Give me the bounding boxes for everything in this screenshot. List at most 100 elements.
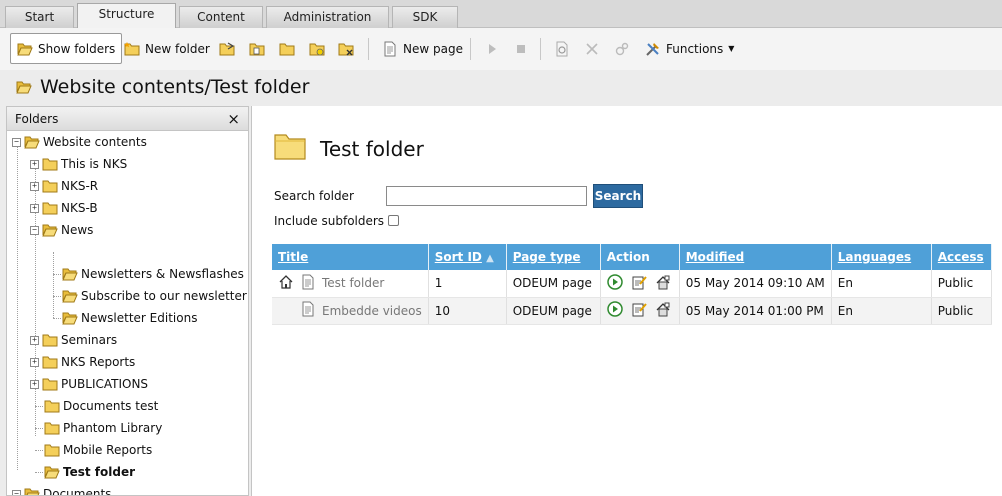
table-row[interactable]: Embedde videos 10 ODEUM page 05 May 2014… bbox=[272, 297, 993, 325]
table-row[interactable]: Test folder 1 ODEUM page 05 May 2014 09:… bbox=[272, 270, 993, 298]
new-folder-button[interactable]: New folder bbox=[124, 33, 210, 64]
tree-line bbox=[35, 406, 43, 407]
tab-content[interactable]: Content bbox=[179, 6, 263, 28]
tree-node-label: Seminars bbox=[61, 333, 118, 347]
tree-node-seminars[interactable]: + Seminars bbox=[30, 331, 117, 349]
permissions-icon[interactable] bbox=[655, 301, 671, 320]
tree-node-nks-reports[interactable]: + NKS Reports bbox=[30, 353, 135, 371]
tree-node-publications[interactable]: + PUBLICATIONS bbox=[30, 375, 148, 393]
collapse-toggle-icon[interactable]: − bbox=[12, 137, 21, 147]
sort-ascending-icon: ▲ bbox=[486, 253, 494, 264]
expand-toggle-icon[interactable]: + bbox=[30, 159, 39, 169]
column-header-label: Modified bbox=[685, 250, 745, 264]
stop-icon bbox=[513, 41, 529, 57]
stop-button[interactable] bbox=[513, 33, 529, 64]
tree-node-nks-b[interactable]: + NKS-B bbox=[30, 199, 98, 217]
column-header-label: Title bbox=[278, 250, 309, 264]
tab-sdk[interactable]: SDK bbox=[392, 6, 458, 28]
include-subfolders-checkbox[interactable] bbox=[388, 215, 399, 226]
play-button[interactable] bbox=[484, 33, 500, 64]
play-icon[interactable] bbox=[606, 301, 623, 320]
expand-toggle-icon[interactable]: + bbox=[30, 203, 39, 213]
link-icon bbox=[614, 41, 630, 57]
tree-node-mobile-reports[interactable]: Mobile Reports bbox=[44, 441, 152, 459]
link-button[interactable] bbox=[614, 33, 630, 64]
folder-open-icon bbox=[24, 134, 40, 150]
collapse-toggle-icon[interactable]: − bbox=[12, 489, 21, 495]
page-title-link[interactable]: Test folder bbox=[322, 276, 384, 290]
expand-toggle-icon[interactable]: + bbox=[30, 335, 39, 345]
folders-panel-header: Folders × bbox=[7, 107, 248, 131]
tree-line bbox=[17, 142, 18, 470]
tree-node-label: NKS Reports bbox=[61, 355, 136, 369]
tree-node-phantom-library[interactable]: Phantom Library bbox=[44, 419, 162, 437]
folder-open-icon bbox=[24, 486, 40, 496]
show-folders-button[interactable]: Show folders bbox=[10, 33, 123, 64]
cell-title: Embedde videos bbox=[272, 297, 429, 325]
tab-structure[interactable]: Structure bbox=[77, 3, 176, 29]
edit-icon[interactable] bbox=[631, 301, 647, 320]
tree-node-subscribe[interactable]: Subscribe to our newsletter bbox=[62, 287, 247, 305]
folder-properties-button[interactable] bbox=[219, 33, 235, 64]
search-input[interactable] bbox=[386, 186, 587, 206]
expand-toggle-icon[interactable]: + bbox=[30, 379, 39, 389]
tree-node-newsletter-editions[interactable]: Newsletter Editions bbox=[62, 309, 197, 327]
new-page-button[interactable]: New page bbox=[382, 33, 463, 64]
cell-title: Test folder bbox=[272, 270, 429, 298]
folder-icon bbox=[44, 420, 60, 436]
preview-button[interactable] bbox=[554, 33, 570, 64]
cell-modified: 05 May 2014 09:10 AM bbox=[679, 270, 832, 298]
folder-open-icon bbox=[62, 310, 78, 326]
tree-node-label: This is NKS bbox=[61, 157, 128, 171]
move-folder-button[interactable] bbox=[279, 33, 295, 64]
folder-permissions-button[interactable] bbox=[309, 33, 325, 64]
expand-toggle-icon[interactable]: + bbox=[30, 181, 39, 191]
tree-node-newsletters-newsflashes[interactable]: Newsletters & Newsflashes bbox=[62, 265, 244, 283]
tree-line bbox=[35, 450, 43, 451]
search-button[interactable]: Search bbox=[593, 184, 643, 208]
cell-access: Public bbox=[931, 297, 993, 325]
functions-button[interactable]: Functions ▼ bbox=[645, 33, 734, 64]
toolbar-divider bbox=[540, 38, 541, 60]
tree-line bbox=[53, 252, 54, 318]
tree-node-documents-test[interactable]: Documents test bbox=[44, 397, 158, 415]
column-modified[interactable]: Modified bbox=[679, 244, 832, 270]
column-page-type[interactable]: Page type bbox=[506, 244, 601, 270]
tree-node-label: Subscribe to our newsletter bbox=[81, 289, 247, 303]
folder-icon bbox=[42, 178, 58, 194]
tab-administration[interactable]: Administration bbox=[266, 6, 389, 28]
expand-toggle-icon[interactable]: + bbox=[30, 357, 39, 367]
cell-action bbox=[600, 297, 680, 325]
play-icon[interactable] bbox=[606, 274, 623, 293]
tree-node-documents[interactable]: − Documents bbox=[12, 485, 111, 496]
tree-node-label: Test folder bbox=[63, 465, 136, 479]
tree-node-test-folder[interactable]: Test folder bbox=[44, 463, 135, 481]
page-title: Website contents/Test folder bbox=[40, 76, 310, 98]
tree-node-label: Website contents bbox=[43, 135, 147, 149]
toolbar-divider bbox=[470, 38, 471, 60]
tools-icon bbox=[645, 41, 661, 57]
folders-panel: Folders × − Website contents + This is N… bbox=[6, 106, 249, 496]
column-title[interactable]: Title bbox=[272, 244, 429, 270]
column-sort-id[interactable]: Sort ID ▲ bbox=[428, 244, 507, 270]
permissions-icon[interactable] bbox=[655, 274, 671, 293]
close-icon[interactable]: × bbox=[227, 110, 240, 128]
functions-label: Functions bbox=[666, 41, 724, 56]
delete-folder-button[interactable] bbox=[338, 33, 354, 64]
tree-node-nks-r[interactable]: + NKS-R bbox=[30, 177, 98, 195]
column-access[interactable]: Access bbox=[931, 244, 993, 270]
folder-tree-icon bbox=[17, 41, 33, 57]
edit-icon[interactable] bbox=[631, 274, 647, 293]
tab-start[interactable]: Start bbox=[5, 6, 74, 28]
collapse-toggle-icon[interactable]: − bbox=[30, 225, 39, 235]
folder-permissions-icon bbox=[309, 41, 325, 57]
column-languages[interactable]: Languages bbox=[831, 244, 932, 270]
cell-modified: 05 May 2014 01:00 PM bbox=[679, 297, 832, 325]
copy-folder-button[interactable] bbox=[249, 33, 265, 64]
tree-node-news[interactable]: − News bbox=[30, 221, 93, 239]
tree-node-website-contents[interactable]: − Website contents bbox=[12, 133, 147, 151]
delete-button[interactable] bbox=[584, 33, 600, 64]
tree-node-label: Mobile Reports bbox=[63, 443, 153, 457]
tree-node-this-is-nks[interactable]: + This is NKS bbox=[30, 155, 127, 173]
page-title-link[interactable]: Embedde videos bbox=[322, 304, 422, 318]
